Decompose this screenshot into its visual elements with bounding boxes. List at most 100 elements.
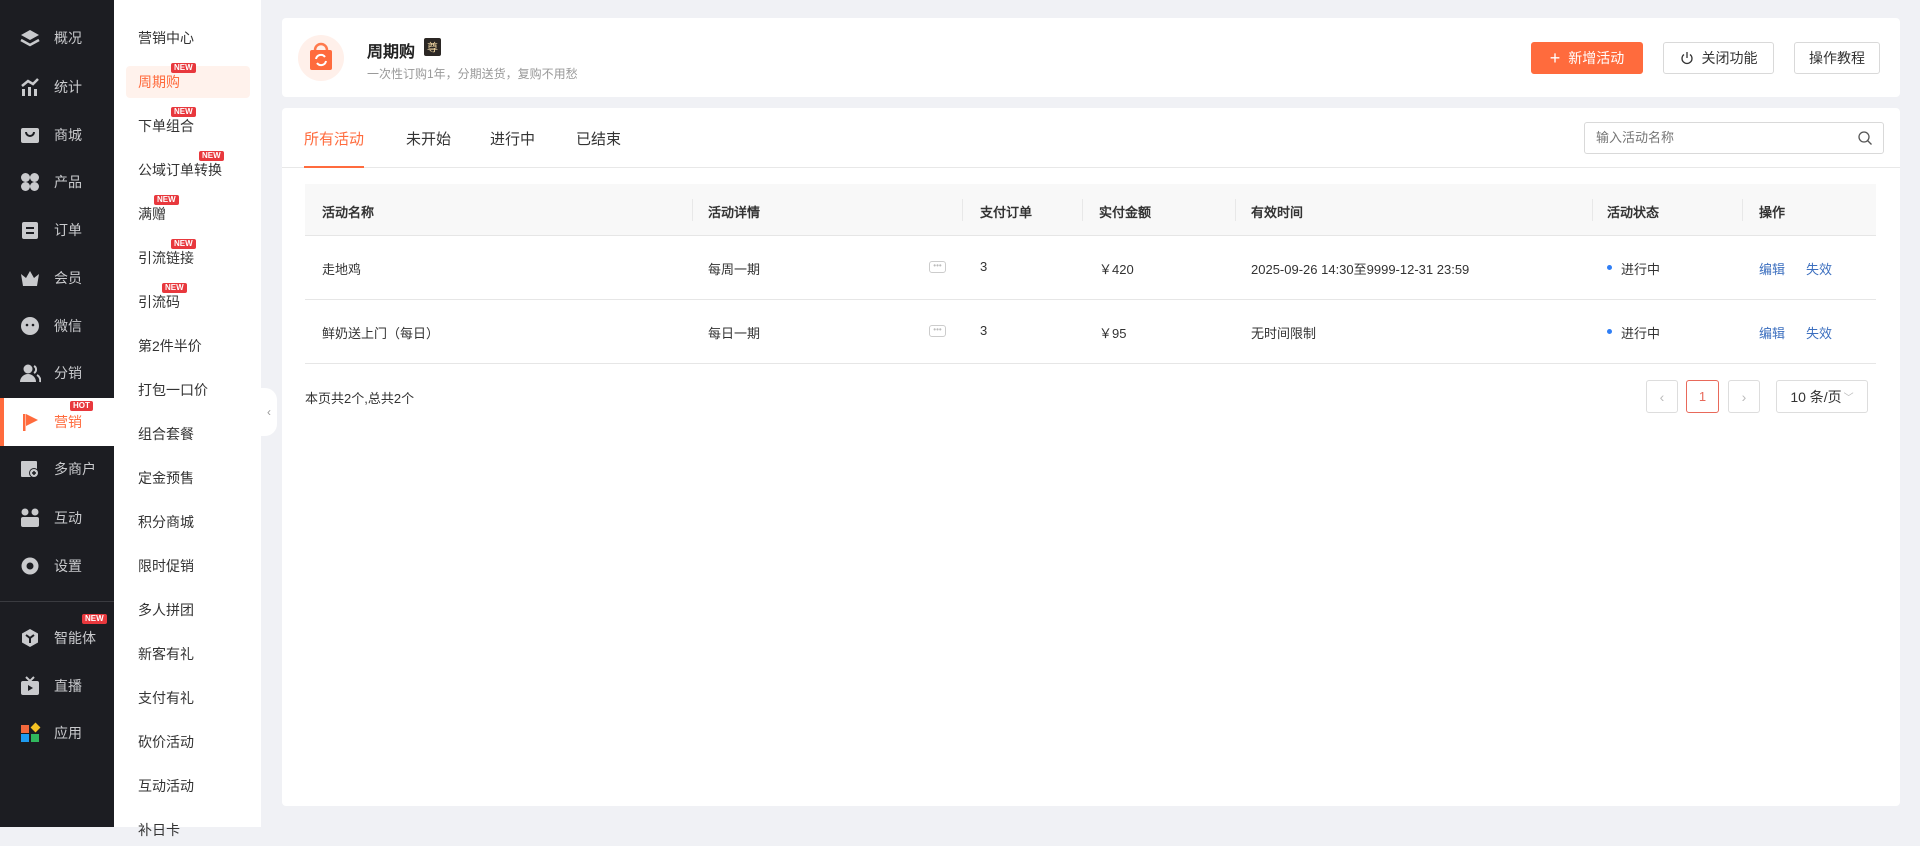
subnav-item-15[interactable]: 支付有礼 — [126, 682, 250, 714]
flag-icon — [19, 411, 41, 433]
nav-item-label: 微信 — [54, 318, 82, 334]
nav-item-label: 统计 — [54, 79, 82, 95]
search-box — [1584, 122, 1884, 154]
tab-all[interactable]: 所有活动 — [304, 128, 365, 168]
nav-item-12[interactable]: 智能体 NEW — [0, 614, 114, 661]
nav-item-8[interactable]: 营销 HOT — [0, 398, 114, 446]
subnav-item-16[interactable]: 砍价活动 — [126, 726, 250, 758]
subnav-item-label: 新客有礼 — [138, 646, 194, 662]
nav-item-5[interactable]: 会员 — [0, 255, 114, 301]
collapse-sidebar-button[interactable]: ‹ — [261, 388, 277, 436]
tab-in-progress[interactable]: 进行中 — [490, 128, 535, 168]
paid-amount: ￥420 — [1099, 262, 1134, 277]
nav-item-label: 智能体 — [54, 630, 96, 646]
edit-link[interactable]: 编辑 — [1759, 259, 1785, 278]
subnav-item-12[interactable]: 限时促销 — [126, 550, 250, 582]
nav-item-label: 产品 — [54, 174, 82, 190]
subnav-item-1[interactable]: 周期购 NEW — [126, 63, 250, 98]
tv-icon — [19, 675, 41, 697]
subnav-item-label: 积分商城 — [138, 514, 194, 530]
power-icon — [1680, 51, 1694, 65]
subnav-item-8[interactable]: 打包一口价 — [126, 374, 250, 406]
page-subtitle: 一次性订购1年，分期送货，复购不用愁 — [367, 67, 578, 81]
header-card: 周期购 尊 一次性订购1年，分期送货，复购不用愁 — [282, 18, 1900, 97]
chevron-down-icon: ﹀ — [1843, 393, 1854, 404]
col-status: 活动状态 — [1607, 205, 1660, 220]
crown-icon — [19, 267, 41, 289]
subnav-item-3[interactable]: 公域订单转换 NEW — [126, 151, 250, 186]
subnav-item-label: 定金预售 — [138, 470, 194, 486]
disable-link[interactable]: 失效 — [1806, 259, 1832, 278]
new-badge: NEW — [154, 195, 179, 205]
subnav-item-18[interactable]: 补日卡 — [126, 814, 250, 846]
product-icon — [19, 171, 41, 193]
edit-link[interactable]: 编辑 — [1759, 323, 1785, 342]
subnav-item-label: 补日卡 — [138, 822, 180, 838]
nav-item-2[interactable]: 商城 — [0, 112, 114, 158]
subnav-item-5[interactable]: 引流链接 NEW — [126, 239, 250, 274]
col-name: 活动名称 — [322, 205, 375, 220]
page-1-button[interactable]: 1 — [1686, 380, 1719, 413]
subnav-item-17[interactable]: 互动活动 — [126, 770, 250, 802]
valid-time: 无时间限制 — [1251, 326, 1317, 341]
search-input[interactable] — [1596, 123, 1846, 151]
shop-icon — [19, 124, 41, 146]
nav-item-1[interactable]: 统计 — [0, 64, 114, 110]
row-divider — [305, 363, 1876, 364]
subnav-item-2[interactable]: 下单组合 NEW — [126, 107, 250, 142]
subnav-item-7[interactable]: 第2件半价 — [126, 330, 250, 362]
new-badge: NEW — [171, 239, 196, 249]
tab-not-started[interactable]: 未开始 — [406, 128, 451, 168]
nav-item-0[interactable]: 概况 — [0, 15, 114, 61]
subnav-item-14[interactable]: 新客有礼 — [126, 638, 250, 670]
more-detail-icon[interactable]: ••• — [929, 325, 946, 337]
nav-item-10[interactable]: 互动 — [0, 495, 114, 541]
nav-item-14[interactable]: 应用 — [0, 710, 114, 756]
hot-badge: HOT — [70, 401, 93, 411]
new-badge: NEW — [171, 63, 196, 73]
subnav-item-13[interactable]: 多人拼团 — [126, 594, 250, 626]
subnav-item-label: 砍价活动 — [138, 734, 194, 750]
subnav-item-6[interactable]: 引流码 NEW — [126, 283, 250, 318]
tutorial-button[interactable]: 操作教程 — [1794, 42, 1880, 74]
order-icon — [19, 219, 41, 241]
subnav-item-10[interactable]: 定金预售 — [126, 462, 250, 494]
nav-item-label: 商城 — [54, 127, 82, 143]
nav-item-9[interactable]: 多商户 — [0, 446, 114, 492]
page-size-select[interactable]: 10 条/页 ﹀ — [1776, 380, 1868, 413]
subnav-item-4[interactable]: 满赠 NEW — [126, 195, 250, 230]
col-time: 有效时间 — [1251, 205, 1304, 220]
col-amount: 实付金额 — [1099, 205, 1152, 220]
new-badge: NEW — [171, 107, 196, 117]
page-title: 周期购 — [367, 44, 416, 61]
nav-item-7[interactable]: 分销 — [0, 350, 114, 396]
col-separator — [692, 199, 693, 221]
add-activity-button[interactable]: + 新增活动 — [1531, 42, 1643, 74]
activity-detail: 每周一期 — [708, 262, 761, 277]
nav-item-11[interactable]: 设置 — [0, 543, 114, 589]
subnav-item-label: 第2件半价 — [138, 338, 202, 354]
col-separator — [1082, 199, 1083, 221]
subnav-item-11[interactable]: 积分商城 — [126, 506, 250, 538]
search-icon[interactable] — [1857, 130, 1873, 149]
premium-tag: 尊 — [424, 38, 441, 56]
close-feature-button[interactable]: 关闭功能 — [1663, 42, 1774, 74]
disable-link[interactable]: 失效 — [1806, 323, 1832, 342]
nav-item-label: 概况 — [54, 30, 82, 46]
prev-page-button[interactable]: ‹ — [1646, 380, 1678, 413]
subnav-item-9[interactable]: 组合套餐 — [126, 418, 250, 450]
subnav-item-0[interactable]: 营销中心 — [126, 22, 250, 54]
tab-ended[interactable]: 已结束 — [576, 128, 621, 168]
nav-item-13[interactable]: 直播 — [0, 663, 114, 709]
users-icon — [19, 362, 41, 384]
nav-item-3[interactable]: 产品 — [0, 159, 114, 205]
status-text: 进行中 — [1621, 326, 1661, 341]
paid-amount: ￥95 — [1099, 326, 1127, 341]
nav-item-6[interactable]: 微信 — [0, 303, 114, 349]
agent-icon — [19, 627, 41, 649]
page-summary: 本页共2个,总共2个 — [305, 391, 415, 406]
next-page-button[interactable]: › — [1728, 380, 1760, 413]
more-detail-icon[interactable]: ••• — [929, 261, 946, 273]
status-dot-icon — [1607, 265, 1612, 270]
nav-item-4[interactable]: 订单 — [0, 207, 114, 253]
